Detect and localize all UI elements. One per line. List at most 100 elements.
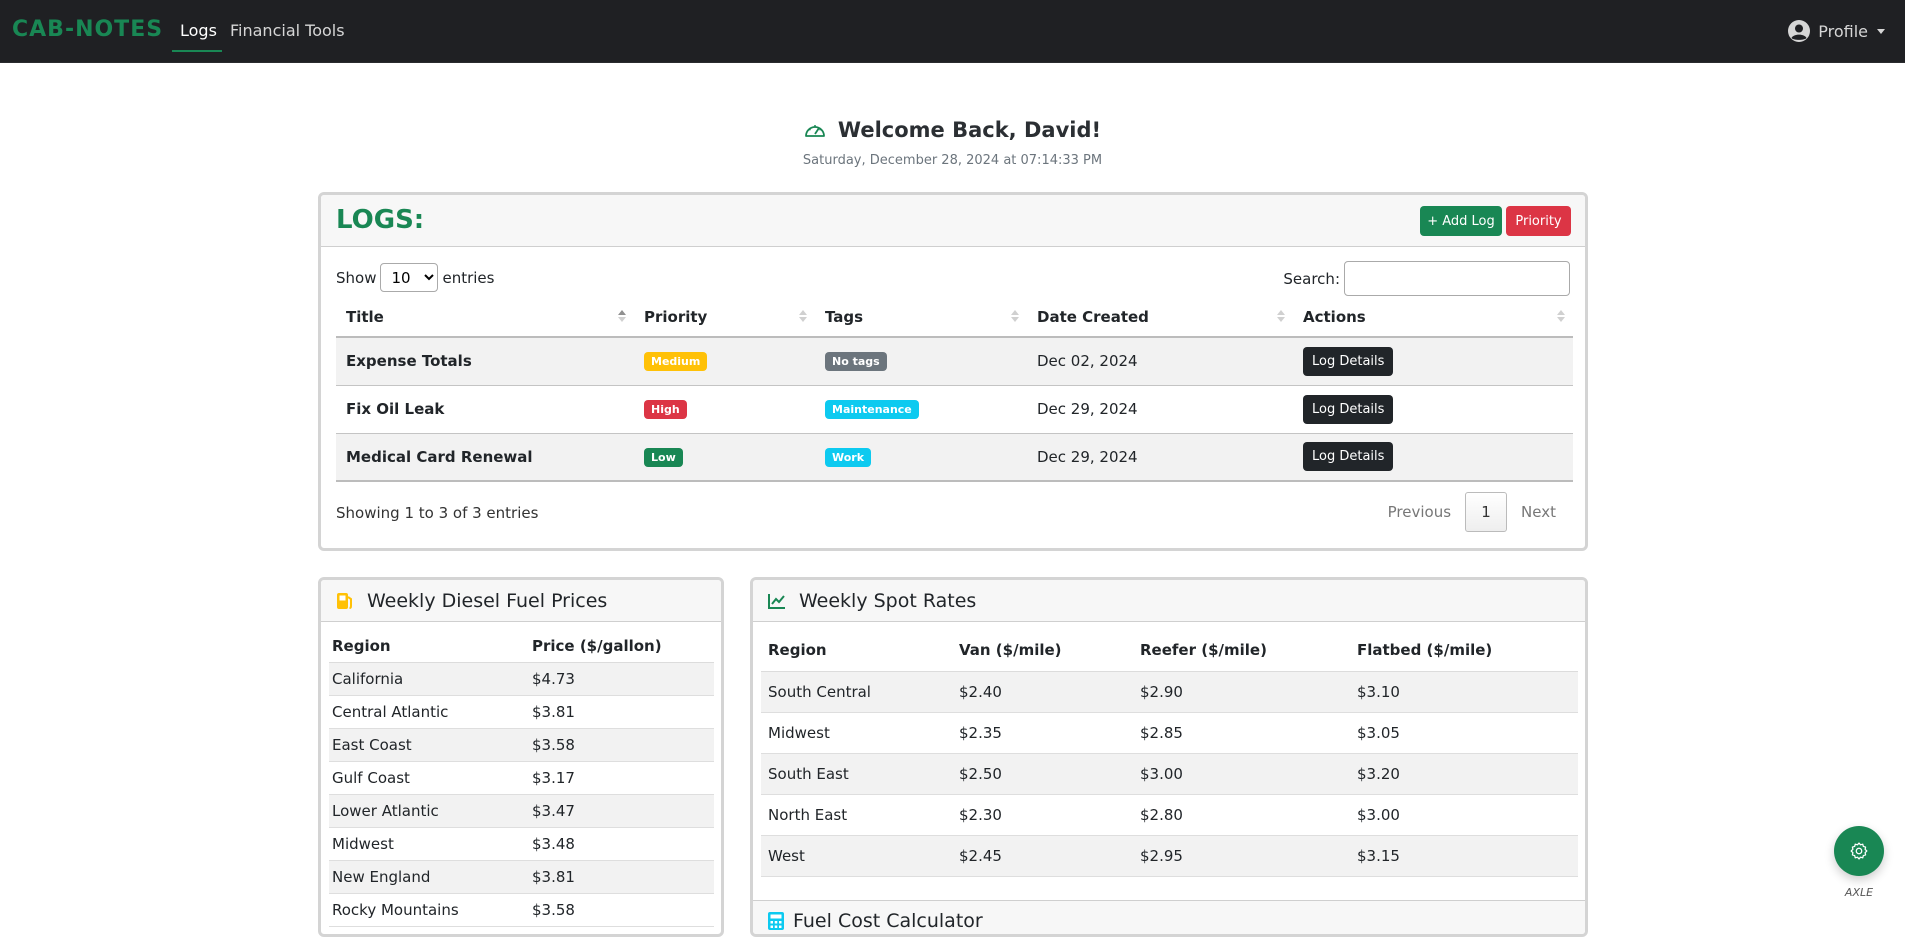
assistant-button[interactable] [1834, 826, 1884, 876]
gas-pump-icon [337, 592, 352, 609]
region-cell: Central Atlantic [329, 695, 529, 729]
sort-icon [1557, 310, 1565, 324]
fuel-calculator-header[interactable]: Fuel Cost Calculator [753, 900, 1585, 934]
logs-card-header: LOGS: + Add Log Priority [321, 195, 1585, 247]
priority-badge: High [644, 400, 687, 419]
welcome-section: Welcome Back, David! Saturday, December … [0, 118, 1905, 168]
flatbed-rate-cell: $3.20 [1350, 753, 1578, 795]
reefer-rate-cell: $2.85 [1133, 712, 1350, 754]
log-title: Expense Totals [336, 337, 634, 386]
nav-link-financial-tools[interactable]: Financial Tools [230, 21, 345, 40]
van-rate-cell: $2.30 [952, 794, 1133, 836]
show-label: Show [336, 268, 377, 287]
column-header-region: Region [761, 630, 952, 672]
table-info: Showing 1 to 3 of 3 entries [336, 504, 539, 522]
search-control: Search: [1283, 261, 1570, 296]
profile-dropdown[interactable]: Profile [1787, 19, 1885, 43]
diesel-prices-header: Weekly Diesel Fuel Prices [321, 580, 721, 622]
tag-badge: Work [825, 447, 872, 467]
logs-table-header-row: Title Priority Tags Date Created Actions [336, 297, 1573, 338]
column-header-reefer: Reefer ($/mile) [1133, 630, 1350, 672]
welcome-heading: Welcome Back, David! [804, 118, 1101, 142]
priority-button[interactable]: Priority [1506, 206, 1571, 236]
log-details-button[interactable]: Log Details [1303, 442, 1394, 472]
logs-table: Title Priority Tags Date Created Actions… [336, 297, 1573, 482]
flatbed-rate-cell: $3.10 [1350, 671, 1578, 713]
price-cell: $3.47 [529, 794, 714, 828]
diesel-prices-table: Region Price ($/gallon) California $4.73 C… [329, 630, 714, 927]
log-details-button[interactable]: Log Details [1303, 346, 1394, 376]
spot-rates-card: Weekly Spot Rates Region Van ($/mile) Re… [750, 577, 1588, 937]
region-cell: Lower Atlantic [329, 794, 529, 828]
navbar: CAB-NOTES Logs Financial Tools Profile [0, 0, 1905, 63]
table-row: East Coast $3.58 [329, 728, 714, 762]
reefer-rate-cell: $2.90 [1133, 671, 1350, 713]
van-rate-cell: $2.40 [952, 671, 1133, 713]
van-rate-cell: $2.45 [952, 835, 1133, 877]
page-length-select[interactable]: 10 [380, 263, 439, 292]
column-header-tags[interactable]: Tags [815, 297, 1027, 338]
column-header-title[interactable]: Title [336, 297, 634, 338]
pagination-page[interactable]: 1 [1465, 492, 1508, 532]
table-row: Central Atlantic $3.81 [329, 695, 714, 729]
table-row: New England $3.81 [329, 860, 714, 894]
price-cell: $3.48 [529, 827, 714, 861]
add-log-button[interactable]: + Add Log [1420, 206, 1502, 236]
profile-label: Profile [1818, 21, 1868, 41]
caret-down-icon [1877, 28, 1885, 34]
active-nav-indicator [172, 50, 222, 52]
diesel-prices-title: Weekly Diesel Fuel Prices [367, 589, 608, 612]
column-header-priority[interactable]: Priority [634, 297, 815, 338]
sort-icon [799, 310, 807, 324]
calculator-icon [768, 911, 784, 930]
gear-icon [1850, 842, 1868, 860]
region-cell: North East [761, 794, 952, 836]
table-row: North East $2.30 $2.80 $3.00 [761, 794, 1578, 836]
table-row: West $2.45 $2.95 $3.15 [761, 835, 1578, 877]
reefer-rate-cell: $2.80 [1133, 794, 1350, 836]
table-row: Midwest $2.35 $2.85 $3.05 [761, 712, 1578, 754]
column-header-date-created[interactable]: Date Created [1027, 297, 1293, 338]
sort-icon [1011, 310, 1019, 324]
logs-title: LOGS: [336, 205, 425, 235]
pagination-next[interactable]: Next [1507, 503, 1570, 521]
assistant-label: AXLE [1844, 886, 1874, 899]
log-date: Dec 29, 2024 [1027, 433, 1293, 482]
sort-icon [1277, 310, 1285, 324]
sort-icon [618, 310, 626, 324]
log-title: Medical Card Renewal [336, 433, 634, 482]
van-rate-cell: $2.35 [952, 712, 1133, 754]
chart-line-icon [768, 593, 785, 609]
log-date: Dec 29, 2024 [1027, 385, 1293, 434]
priority-badge: Medium [644, 352, 708, 372]
region-cell: California [329, 662, 529, 696]
column-header-actions[interactable]: Actions [1293, 297, 1573, 338]
pagination-previous[interactable]: Previous [1374, 503, 1465, 521]
table-row: California $4.73 [329, 662, 714, 696]
diesel-table-header-row: Region Price ($/gallon) [329, 630, 714, 663]
diesel-prices-card: Weekly Diesel Fuel Prices Region Price (… [318, 577, 724, 937]
table-row: Fix Oil Leak High Maintenance Dec 29, 20… [336, 385, 1573, 434]
spot-rates-table: Region Van ($/mile) Reefer ($/mile) Flat… [761, 630, 1578, 877]
table-row: Medical Card Renewal Low Work Dec 29, 20… [336, 433, 1573, 482]
log-details-button[interactable]: Log Details [1303, 394, 1394, 424]
table-row: Expense Totals Medium No tags Dec 02, 20… [336, 337, 1573, 386]
current-datetime: Saturday, December 28, 2024 at 07:14:33 … [802, 153, 1103, 168]
nav-link-logs[interactable]: Logs [180, 21, 217, 40]
table-row: Lower Atlantic $3.47 [329, 794, 714, 828]
table-row: South Central $2.40 $2.90 $3.10 [761, 671, 1578, 713]
column-header-flatbed: Flatbed ($/mile) [1350, 630, 1578, 672]
price-cell: $4.73 [529, 662, 714, 696]
price-cell: $3.81 [529, 860, 714, 894]
brand-logo[interactable]: CAB-NOTES [12, 17, 163, 42]
region-cell: East Coast [329, 728, 529, 762]
entries-label: entries [442, 268, 495, 287]
tag-badge: Maintenance [825, 400, 919, 419]
tag-badge: No tags [825, 352, 887, 372]
search-input[interactable] [1344, 261, 1570, 296]
speedometer-icon [805, 125, 825, 137]
reefer-rate-cell: $3.00 [1133, 753, 1350, 795]
welcome-title: Welcome Back, David! [837, 118, 1102, 142]
column-header-price: Price ($/gallon) [529, 630, 714, 663]
log-date: Dec 02, 2024 [1027, 337, 1293, 386]
